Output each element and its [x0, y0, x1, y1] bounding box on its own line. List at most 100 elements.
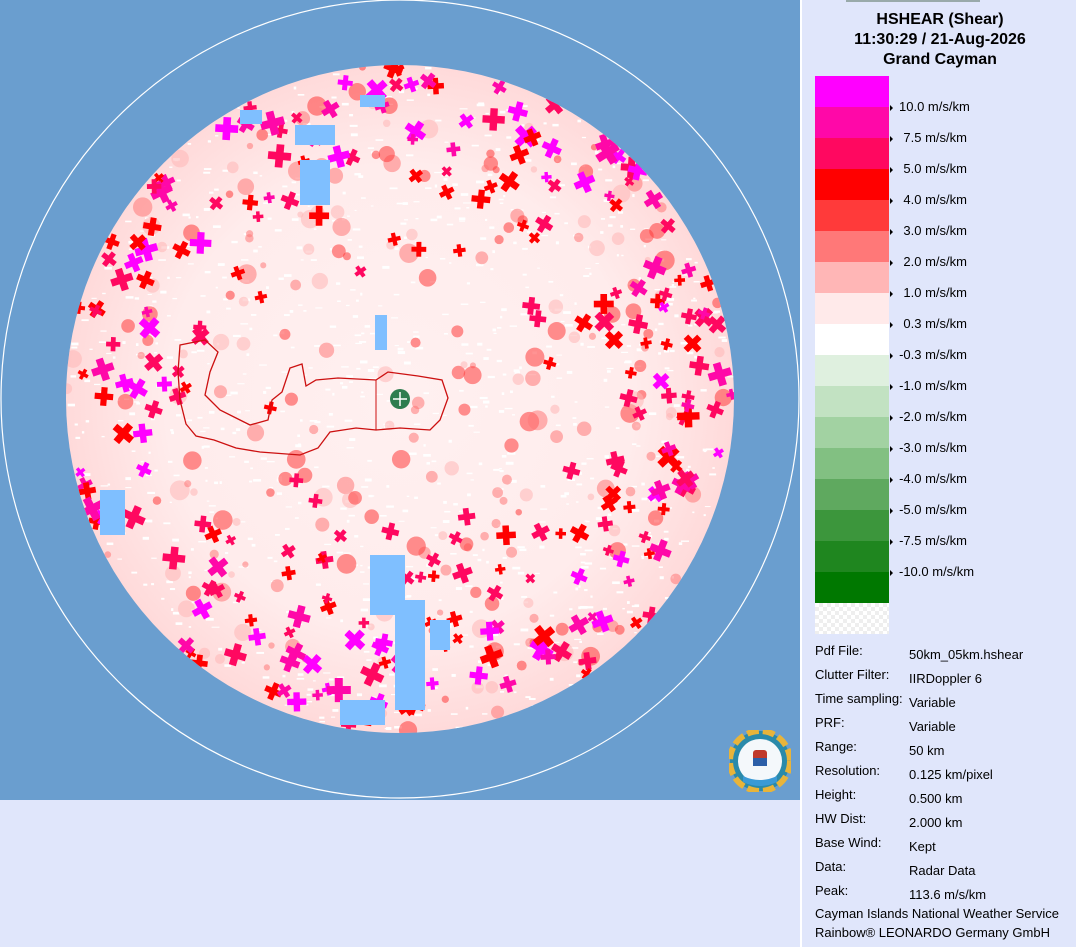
- echo-speckle: [438, 599, 442, 602]
- echo-speckle: [385, 727, 392, 730]
- echo-speckle: [585, 267, 591, 269]
- radar-map[interactable]: [0, 0, 800, 800]
- echo-speckle: [226, 307, 231, 310]
- echo-haze: [451, 325, 464, 338]
- echo-speckle: [166, 356, 174, 359]
- echo-speckle: [681, 540, 690, 542]
- echo-speckle: [648, 412, 657, 416]
- echo-speckle: [492, 328, 497, 332]
- echo-speckle: [477, 342, 483, 346]
- echo-speckle: [579, 640, 582, 643]
- echo-speckle: [307, 205, 310, 207]
- echo-speckle: [360, 395, 365, 398]
- legend-label: -2.0 m/s/km: [890, 409, 967, 424]
- echo-speckle: [478, 462, 483, 466]
- echo-haze: [512, 373, 525, 385]
- echo-speckle: [345, 304, 350, 307]
- echo-speckle: [333, 344, 341, 347]
- echo-speckle: [455, 587, 463, 590]
- echo-speckle: [117, 558, 122, 560]
- echo-speckle: [200, 295, 206, 297]
- echo-haze: [634, 359, 647, 372]
- echo-speckle: [666, 298, 675, 301]
- echo-speckle: [297, 673, 304, 676]
- echo-speckle: [549, 196, 557, 199]
- echo-haze: [577, 215, 591, 229]
- echo-speckle: [360, 545, 364, 548]
- echo-speckle: [572, 417, 577, 419]
- echo-speckle: [195, 216, 199, 219]
- echo-speckle: [452, 183, 458, 186]
- echo-speckle: [500, 315, 503, 319]
- echo-speckle: [430, 527, 437, 529]
- echo-haze: [436, 609, 444, 616]
- echo-speckle: [203, 168, 212, 170]
- echo-speckle: [554, 212, 560, 215]
- echo-haze: [519, 488, 533, 502]
- info-value: 50km_05km.hshear: [909, 647, 1024, 662]
- echo-haze: [530, 166, 538, 173]
- echo-speckle: [470, 405, 478, 409]
- echo-speckle: [564, 222, 569, 225]
- echo-speckle: [326, 617, 332, 619]
- echo-speckle: [668, 302, 673, 306]
- echo-haze: [573, 232, 584, 243]
- legend-swatch: [815, 479, 889, 510]
- echo-speckle: [642, 179, 649, 182]
- echo-haze: [646, 451, 656, 461]
- echo-haze: [491, 518, 501, 529]
- echo-speckle: [360, 292, 363, 296]
- echo-speckle: [406, 154, 414, 157]
- echo-speckle: [693, 281, 700, 283]
- echo-speckle: [240, 323, 249, 325]
- echo-speckle: [229, 456, 236, 458]
- echo-speckle: [590, 595, 593, 598]
- bottom-blank-area: [0, 800, 800, 947]
- echo-speckle: [307, 688, 314, 691]
- echo-speckle: [131, 450, 136, 452]
- echo-speckle: [469, 645, 474, 648]
- echo-haze: [491, 705, 505, 719]
- echo-speckle: [443, 500, 447, 504]
- echo-speckle: [267, 556, 273, 559]
- info-key: Resolution:: [815, 763, 881, 778]
- no-data-patch: [375, 315, 387, 350]
- echo-speckle: [564, 323, 573, 327]
- echo-speckle: [237, 107, 240, 109]
- echo-speckle: [549, 677, 554, 681]
- echo-speckle: [200, 430, 206, 433]
- legend-swatch: [815, 200, 889, 231]
- echo-speckle: [703, 450, 707, 453]
- echo-speckle: [612, 165, 616, 169]
- echo-speckle: [280, 410, 285, 413]
- echo-speckle: [615, 427, 620, 429]
- echo-speckle: [413, 331, 419, 333]
- echo-speckle: [520, 628, 529, 632]
- no-data-patch: [340, 700, 385, 725]
- echo-speckle: [413, 201, 420, 203]
- echo-speckle: [151, 557, 157, 559]
- echo-speckle: [498, 198, 504, 201]
- echo-speckle: [322, 485, 330, 488]
- echo-haze: [104, 551, 112, 558]
- echo-speckle: [513, 369, 520, 372]
- echo-speckle: [246, 353, 250, 356]
- echo-speckle: [727, 376, 734, 378]
- echo-speckle: [586, 606, 594, 609]
- echo-speckle: [617, 211, 624, 214]
- echo-speckle: [363, 583, 370, 585]
- echo-speckle: [367, 566, 371, 569]
- echo-speckle: [122, 341, 126, 345]
- echo-speckle: [182, 213, 190, 217]
- echo-speckle: [404, 219, 408, 221]
- echo-speckle: [493, 468, 500, 471]
- echo-speckle: [443, 332, 448, 335]
- echo-speckle: [281, 371, 288, 373]
- echo-haze: [529, 613, 539, 623]
- echo-haze: [171, 149, 189, 168]
- echo-speckle: [539, 545, 545, 549]
- echo-speckle: [427, 93, 431, 97]
- info-key: Clutter Filter:: [815, 667, 890, 682]
- echo-speckle: [222, 276, 227, 279]
- echo-speckle: [211, 626, 220, 628]
